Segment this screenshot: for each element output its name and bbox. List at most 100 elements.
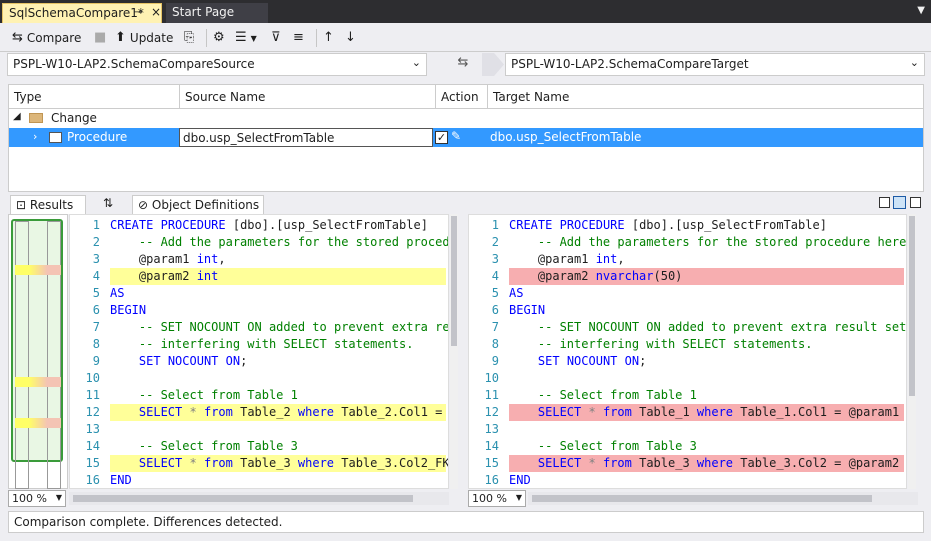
stop-button[interactable]: ■ [94,28,106,48]
scroll-thumb[interactable] [451,216,457,346]
vertical-split-icon[interactable] [879,197,890,208]
line-number: 4 [491,269,499,283]
chevron-down-icon: ⌄ [909,56,919,69]
tab-results[interactable]: ⊡ Results [10,195,86,214]
line-number: 14 [85,439,100,453]
code-line: SET NOCOUNT ON; [138,354,248,368]
scroll-thumb[interactable] [73,495,413,502]
column-header-type[interactable]: Type [9,85,179,109]
zoom-value: 100 % [472,492,507,505]
chevron-down-icon: ▼ [55,493,62,502]
code-line: CREATE PROCEDURE [dbo].[usp_SelectFromTa… [509,218,827,232]
collapse-chevron-icon[interactable]: ◢ [13,111,21,122]
line-number: 9 [491,354,499,368]
code-line: -- interfering with SELECT statements. [138,337,414,351]
code-line-diff: SELECT * from Table_3 where Table_3.Col2… [110,455,448,472]
code-line: END [509,473,531,487]
compare-label: Compare [26,31,82,45]
sort-icon[interactable]: ⇅ [103,196,113,210]
previous-change-button[interactable]: ↑ [323,28,334,48]
options-button[interactable]: ⚙ [213,28,225,48]
next-change-button[interactable]: ↓ [345,28,356,48]
tab-object-definitions[interactable]: ⊘ Object Definitions [132,195,264,214]
line-number: 12 [484,405,499,419]
group-row-change[interactable]: ◢ Change [9,109,923,128]
line-number: 4 [92,269,100,283]
gear-icon: ⚙ [213,30,225,45]
chevron-down-icon: ▼ [515,493,522,502]
code-line-diff: @param2 nvarchar(50) [509,268,904,285]
line-number: 11 [484,388,499,402]
line-number: 2 [491,235,499,249]
generate-script-button[interactable]: ⎘ [184,28,194,48]
source-definition-pane[interactable]: 1 CREATE PROCEDURE [dbo].[usp_SelectFromT… [69,214,449,489]
filter-options-button[interactable]: ≡ [293,28,304,48]
diff-marker[interactable] [15,265,61,275]
code-line-diff: SELECT * from Table_2 where Table_2.Col1… [110,404,446,421]
code-line-diff: SELECT * from Table_3 where Table_3.Col2… [509,455,904,472]
target-selector[interactable]: PSPL-W10-LAP2.SchemaCompareTarget ⌄ [505,53,925,76]
zoom-value: 100 % [12,492,47,505]
tab-results-label: Results [29,198,74,212]
arrow-down-icon: ↓ [345,30,356,45]
line-number: 7 [92,320,100,334]
swap-source-target-button[interactable]: ⇆ [446,55,480,75]
row-source-name: dbo.usp_SelectFromTable [179,128,433,147]
target-definition-pane[interactable]: 1 CREATE PROCEDURE [dbo].[usp_SelectFromT… [468,214,907,489]
filter-icon: ⊽ [271,30,281,45]
source-selector[interactable]: PSPL-W10-LAP2.SchemaCompareSource ⌄ [7,53,427,76]
tab-sqlschemacompare[interactable]: SqlSchemaCompare1* ⊸ × [2,3,162,23]
diff-marker[interactable] [15,418,61,428]
tab-overflow-chevron-icon[interactable]: ▼ [917,5,925,16]
column-header-action[interactable]: Action [435,85,487,109]
close-icon[interactable]: × [151,5,161,19]
tab-start-page[interactable]: Start Page [166,3,268,23]
line-number: 1 [491,218,499,232]
target-horizontal-scrollbar[interactable] [528,492,918,505]
line-number: 16 [85,473,100,487]
compare-button[interactable]: ⇆ Compare [12,28,81,48]
expand-chevron-icon[interactable]: › [33,130,37,143]
code-line: BEGIN [509,303,546,317]
procedure-icon [49,132,62,143]
column-header-source-name[interactable]: Source Name [179,85,435,109]
group-results-button[interactable]: ☰ ▼ [235,28,257,48]
column-header-target-name[interactable]: Target Name [487,85,923,109]
horizontal-split-icon[interactable] [893,196,906,209]
update-button[interactable]: ⬆ Update [115,28,173,48]
code-line: -- interfering with SELECT statements. [537,337,813,351]
target-vertical-scrollbar[interactable] [908,214,916,489]
chevron-down-icon: ⌄ [411,56,421,69]
difference-map[interactable] [8,214,68,489]
source-horizontal-scrollbar[interactable] [69,492,449,505]
single-pane-icon[interactable] [910,197,921,208]
code-line: -- Select from Table 1 [138,388,298,402]
table-row-procedure[interactable]: › Procedure dbo.usp_SelectFromTable ✓ ✎ … [9,128,923,147]
pin-icon[interactable]: ⊸ [134,7,142,18]
source-value: PSPL-W10-LAP2.SchemaCompareSource [13,57,255,71]
scroll-thumb[interactable] [909,216,915,396]
line-number: 5 [491,286,499,300]
code-line: -- SET NOCOUNT ON added to prevent extra… [537,320,907,334]
code-line: CREATE PROCEDURE [dbo].[usp_SelectFromTa… [110,218,428,232]
toolbar-separator [206,29,207,47]
results-grid: Type Source Name Action Target Name ◢ Ch… [8,84,924,192]
line-number: 8 [92,337,100,351]
diff-marker[interactable] [15,377,61,387]
line-number: 11 [85,388,100,402]
arrow-up-icon: ↑ [323,30,334,45]
scroll-thumb[interactable] [532,495,872,502]
filter-button[interactable]: ⊽ [271,28,281,48]
update-label: Update [129,31,174,45]
group-label: Change [51,111,97,125]
source-vertical-scrollbar[interactable] [450,214,458,489]
target-zoom-select[interactable]: 100 % ▼ [468,490,526,507]
source-zoom-select[interactable]: 100 % ▼ [8,490,66,507]
include-checkbox[interactable]: ✓ [435,131,448,144]
toolbar: ⇆ Compare ■ ⬆ Update ⎘ ⚙ ☰ ▼ ⊽ ≡ ↑ ↓ [0,24,931,52]
code-line: SET NOCOUNT ON; [537,354,647,368]
line-number: 13 [85,422,100,436]
code-line-diff: SELECT * from Table_1 where Table_1.Col1… [509,404,904,421]
line-number: 1 [92,218,100,232]
row-type: Procedure [67,130,128,144]
